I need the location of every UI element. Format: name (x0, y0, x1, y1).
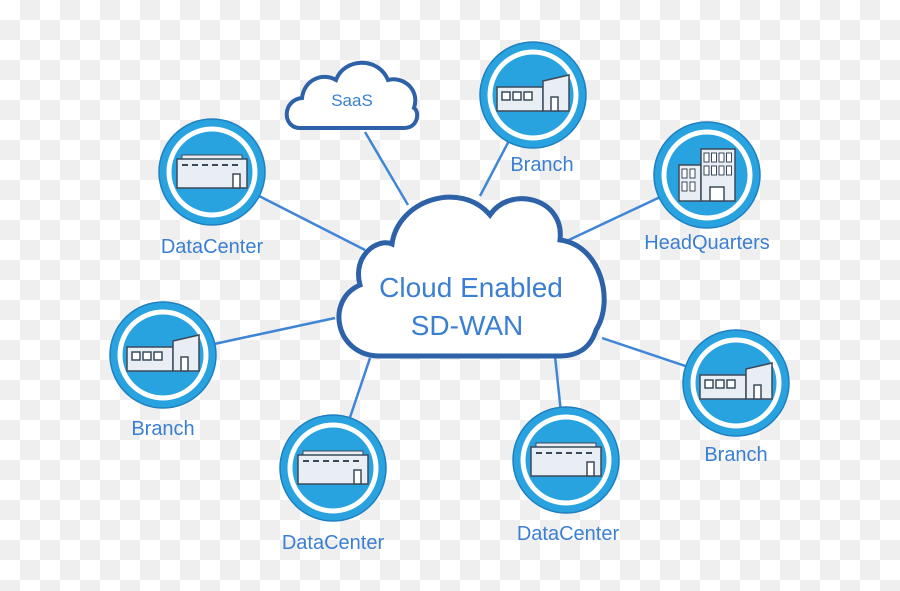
saas-node: SaaS (284, 60, 420, 130)
hub-title-line1: Cloud Enabled (379, 272, 563, 303)
site-node: Branch (109, 301, 217, 440)
site-node: HeadQuarters (644, 121, 770, 254)
site-node: DataCenter (158, 118, 266, 258)
saas-label: SaaS (331, 91, 373, 110)
site-label: Branch (510, 154, 573, 176)
site-node: DataCenter (279, 414, 387, 554)
hub-title-line2: SD-WAN (411, 310, 524, 341)
sd-wan-diagram: SaaS Branch HeadQuarters Branch DataCenter D… (109, 41, 790, 554)
site-label: DataCenter (517, 523, 620, 545)
datacenter-building-icon (297, 450, 369, 485)
site-label: Branch (704, 444, 767, 466)
site-label: Branch (131, 418, 194, 440)
site-node: DataCenter (512, 406, 620, 545)
hub-cloud: Cloud Enabled SD-WAN (336, 194, 607, 359)
site-node: Branch (682, 329, 790, 466)
site-label: DataCenter (161, 236, 264, 258)
datacenter-building-icon (530, 442, 602, 477)
site-label: DataCenter (282, 532, 385, 554)
site-node: Branch (479, 41, 587, 176)
connector-saas (363, 131, 410, 206)
datacenter-building-icon (176, 154, 248, 189)
site-label: HeadQuarters (644, 232, 770, 254)
